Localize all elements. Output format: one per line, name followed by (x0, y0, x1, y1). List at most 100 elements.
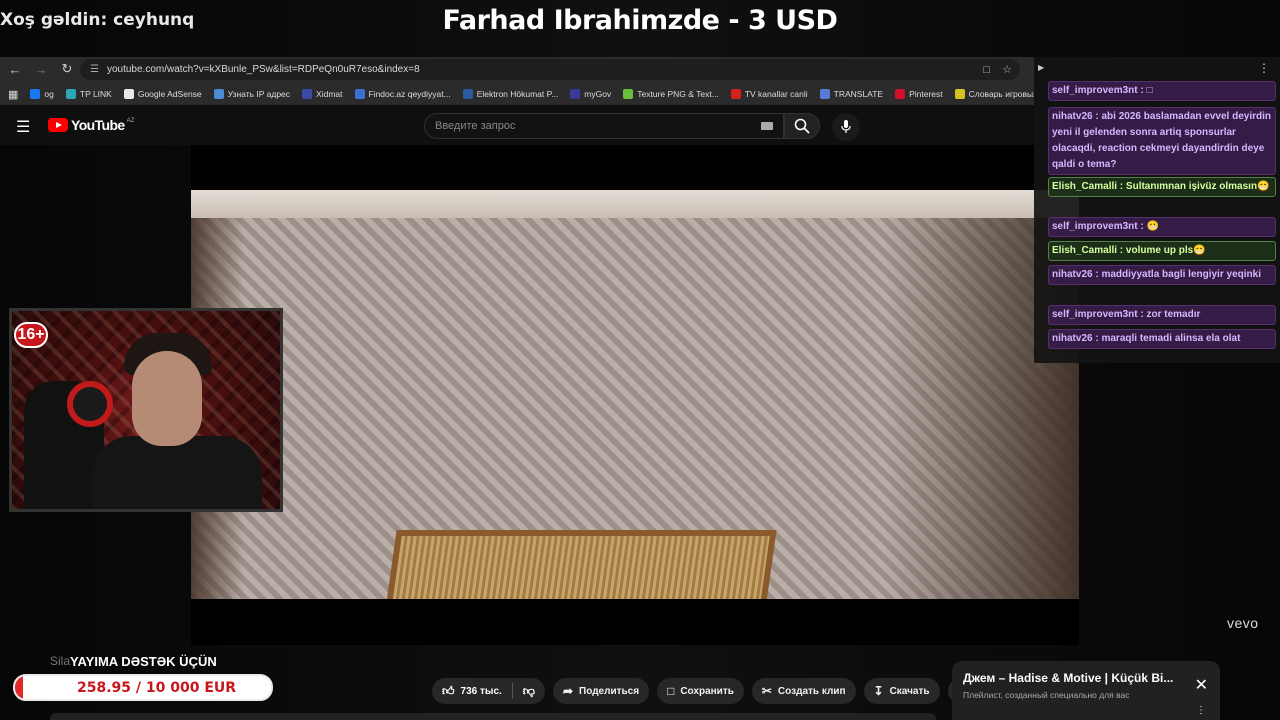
chat-message: self_improvem3nt : □ (1048, 81, 1276, 101)
share-button[interactable]: ➦ Поделиться (552, 678, 650, 704)
bookmark-favicon-icon (819, 89, 830, 99)
video-title[interactable]: Sila (50, 654, 70, 668)
bookmark-label: Xidmat (316, 89, 343, 99)
bookmark-label: TP LINK (79, 89, 112, 99)
clip-button[interactable]: ✂ Создать клип (751, 678, 856, 704)
share-icon: ➦ (562, 684, 574, 698)
chat-message: nihatv26 : maddiyyatla bagli lengiyir ye… (1048, 265, 1276, 285)
bookmark-item[interactable]: Узнать IP адрес (213, 89, 291, 99)
site-info-icon[interactable]: ☰ (90, 64, 99, 75)
logo-text: YouTube (71, 117, 125, 133)
chat-text: Sultanımnan işivüz olmasın😁 (1125, 181, 1270, 192)
bookmark-item[interactable]: Pinterest (895, 89, 943, 99)
video-scene-frame (385, 530, 777, 599)
bookmark-label: Pinterest (909, 89, 943, 99)
chat-text: maraqli temadi alinsa ela olat (1101, 333, 1241, 344)
download-icon: ↧ (873, 684, 884, 698)
bookmark-favicon-icon (354, 89, 365, 99)
mic-icon (841, 120, 851, 133)
hamburger-menu-icon[interactable]: ☰ (16, 117, 30, 137)
chat-overlay: ▶ ⋮ self_improvem3nt : □ nihatv26 : abi 2… (1034, 57, 1280, 363)
description-box[interactable] (50, 713, 936, 720)
bookmark-favicon-icon (730, 89, 741, 99)
bookmark-label: Google AdSense (137, 89, 202, 99)
chat-text: volume up pls😁 (1125, 245, 1206, 256)
bookmark-star-icon[interactable]: ☆ (1002, 63, 1012, 76)
thumbs-up-icon: 👍︎ (442, 683, 455, 698)
video-title-area: Sila YAYIMA DƏSTƏK ÜÇÜN (50, 654, 217, 669)
video-scene-ceiling (191, 190, 1079, 218)
save-button[interactable]: □ Сохранить (657, 678, 744, 704)
playlist-menu-icon[interactable]: ⋮ (1196, 705, 1206, 716)
back-icon[interactable]: ← (4, 58, 26, 80)
donation-goal-bar: 258.95 / 10 000 EUR (13, 674, 273, 701)
goal-progress-fill (15, 676, 23, 699)
bookmark-favicon-icon (895, 89, 906, 99)
browser-chrome: ← → ↻ ☰ youtube.com/watch?v=kXBunle_PSw&… (0, 57, 1034, 105)
bookmark-item[interactable]: Xidmat (302, 89, 343, 99)
bookmark-item[interactable]: TRANSLATE (819, 89, 883, 99)
webcam-face (132, 351, 202, 446)
bookmark-favicon-icon (462, 89, 473, 99)
bookmark-label: Словарь игровых т... (968, 89, 1034, 99)
thumbs-down-icon: 👎︎ (522, 683, 535, 698)
chat-username: nihatv26 (1052, 333, 1093, 344)
url-text: youtube.com/watch?v=kXBunle_PSw&list=RDP… (106, 64, 420, 75)
youtube-logo[interactable]: YouTube AZ (48, 117, 134, 133)
bookmark-item[interactable]: Google AdSense (123, 89, 202, 99)
bookmark-item[interactable]: Texture PNG & Text... (623, 89, 719, 99)
bookmark-label: Findoc.az qeydiyyat... (368, 89, 451, 99)
bookmark-item[interactable]: TV kanallar canli (730, 89, 808, 99)
video-actions: 👍︎ 736 тыс. 👎︎ ➦ Поделиться □ Сохранить … (432, 678, 974, 704)
chat-username: nihatv26 (1052, 111, 1093, 122)
bookmark-favicon-icon (302, 89, 313, 99)
bookmark-item[interactable]: TP LINK (65, 89, 112, 99)
bookmark-label: myGov (584, 89, 612, 99)
like-dislike-group: 👍︎ 736 тыс. 👎︎ (432, 678, 545, 704)
playlist-panel[interactable]: Джем – Hadise & Motive | Küçük Bi... Пле… (952, 661, 1220, 720)
bookmark-label: TV kanallar canli (744, 89, 808, 99)
search-input[interactable]: Введите запрос (424, 113, 784, 139)
keyboard-icon[interactable] (761, 122, 773, 130)
download-button[interactable]: ↧ Скачать (863, 678, 940, 704)
playlist-title[interactable]: Джем – Hadise & Motive | Küçük Bi... (963, 671, 1187, 685)
bookmark-item[interactable]: og (30, 89, 54, 99)
chat-text: zor temadır (1146, 309, 1201, 320)
webcam-body (92, 436, 262, 509)
reload-icon[interactable]: ↻ (56, 58, 78, 80)
bookmark-item[interactable]: Словарь игровых т... (954, 89, 1034, 99)
chat-username: self_improvem3nt (1052, 309, 1138, 320)
headset-icon (67, 381, 113, 427)
install-app-icon[interactable]: □ (983, 64, 990, 76)
country-code: AZ (126, 118, 135, 124)
chat-more-icon[interactable]: ⋮ (1258, 61, 1270, 75)
apps-grid-icon[interactable]: ▦ (8, 88, 18, 101)
chat-expand-icon[interactable]: ▶ (1038, 63, 1044, 72)
bookmark-item[interactable]: myGov (570, 89, 611, 99)
mic-button[interactable] (832, 113, 860, 141)
scissors-icon: ✂ (761, 684, 772, 698)
bookmark-label: og (44, 89, 54, 99)
search-button[interactable] (784, 113, 820, 139)
chat-username: self_improvem3nt (1052, 85, 1138, 96)
like-count: 736 тыс. (460, 685, 502, 697)
chat-message: nihatv26 : abi 2026 baslamadan evvel dey… (1048, 107, 1276, 175)
video-frame[interactable] (191, 190, 1079, 599)
bookmark-item[interactable]: Elektron Hökumat P... (462, 89, 558, 99)
forward-icon[interactable]: → (30, 58, 52, 80)
search-placeholder: Введите запрос (435, 120, 516, 132)
bookmark-favicon-icon (954, 89, 965, 99)
chat-username: self_improvem3nt (1052, 221, 1138, 232)
like-button[interactable]: 👍︎ 736 тыс. (432, 678, 512, 704)
dislike-button[interactable]: 👎︎ (513, 678, 545, 704)
download-label: Скачать (889, 685, 930, 697)
goal-label: YAYIMA DƏSTƏK ÜÇÜN (70, 654, 217, 669)
youtube-play-icon (48, 118, 68, 132)
chat-message: self_improvem3nt : 😬 (1048, 217, 1276, 237)
youtube-masthead: ☰ YouTube AZ Введите запрос (0, 105, 1034, 145)
bookmark-list: og TP LINK Google AdSense Узнать IP адрес Xi… (30, 89, 1034, 99)
bookmark-label: Узнать IP адрес (227, 89, 291, 99)
url-bar[interactable]: ☰ youtube.com/watch?v=kXBunle_PSw&list=R… (80, 59, 1020, 80)
bookmark-item[interactable]: Findoc.az qeydiyyat... (354, 89, 451, 99)
close-icon[interactable]: ✕ (1195, 675, 1208, 695)
